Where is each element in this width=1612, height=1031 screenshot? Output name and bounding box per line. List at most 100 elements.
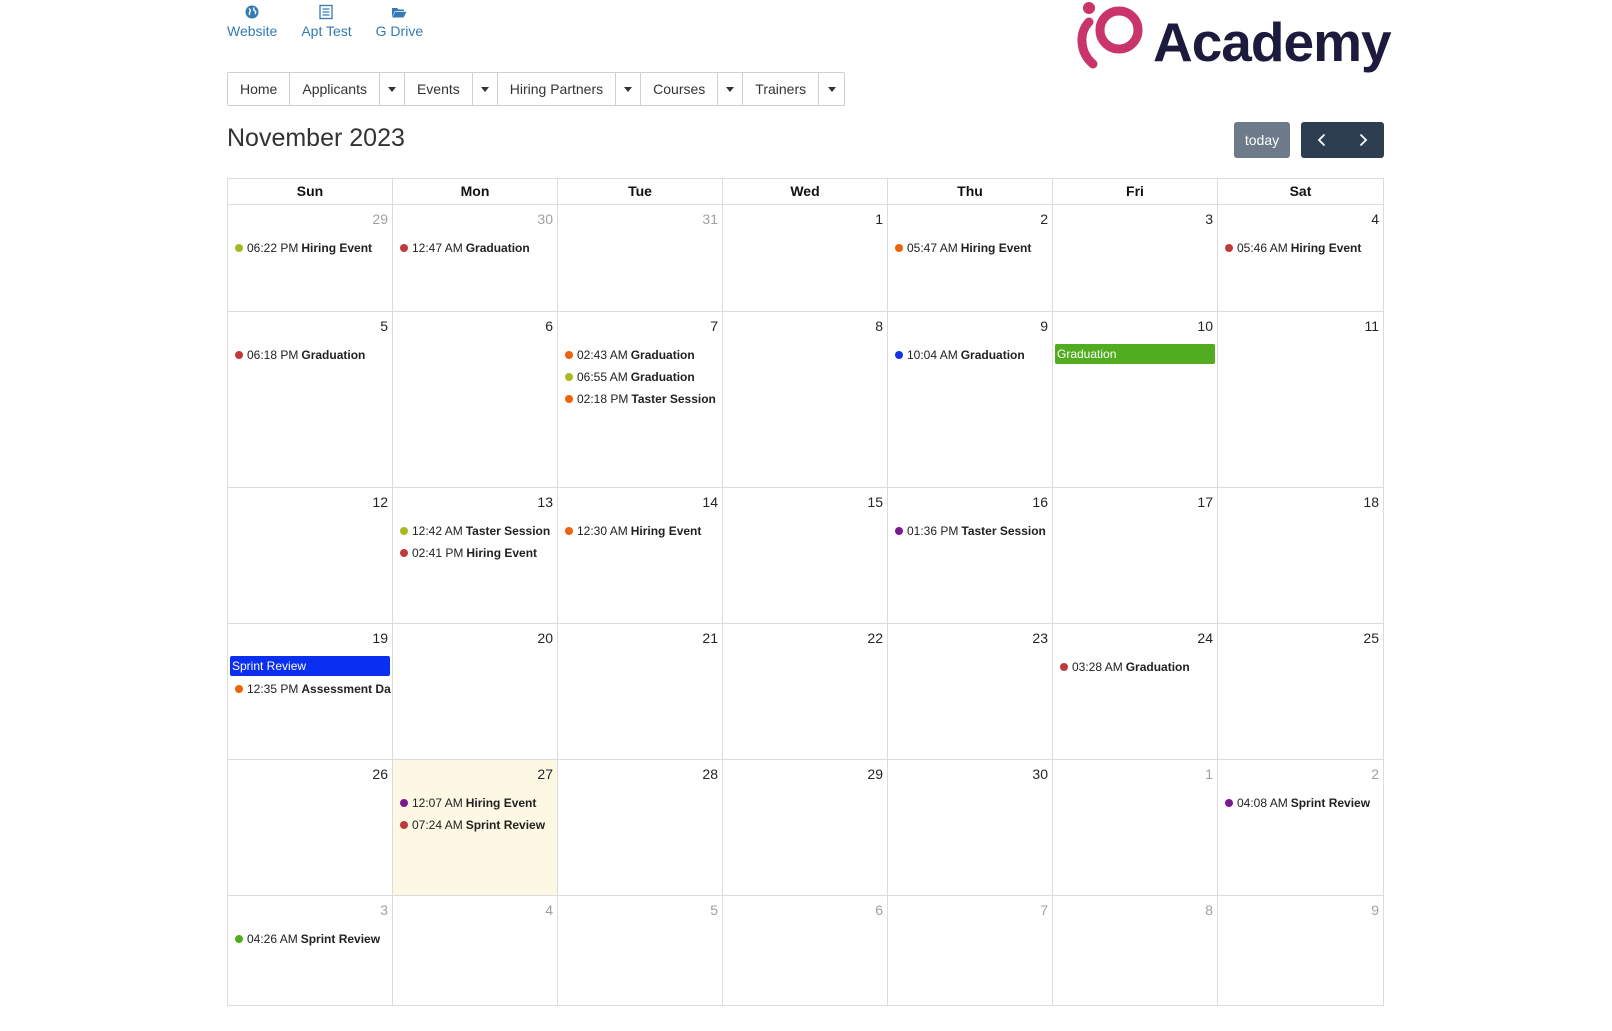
day-cell[interactable]: 31 — [558, 205, 723, 311]
day-number[interactable]: 15 — [867, 494, 883, 510]
hiring-partners-dropdown-toggle[interactable] — [616, 73, 642, 105]
day-cell[interactable]: 29 — [723, 760, 888, 895]
day-cell[interactable]: 3 04:26 AM Sprint Review — [228, 896, 393, 1005]
day-number[interactable]: 8 — [875, 318, 883, 334]
day-cell[interactable]: 25 — [1218, 624, 1383, 759]
day-cell[interactable]: 28 — [558, 760, 723, 895]
calendar-event[interactable]: 04:08 AM Sprint Review — [1220, 792, 1381, 814]
day-cell[interactable]: 23 — [888, 624, 1053, 759]
day-number[interactable]: 30 — [537, 211, 553, 227]
day-number[interactable]: 7 — [1040, 902, 1048, 918]
day-cell[interactable]: 8 — [723, 312, 888, 487]
day-number[interactable]: 27 — [537, 766, 553, 782]
day-cell[interactable]: 19 Sprint Review 12:35 PM Assessment Da — [228, 624, 393, 759]
calendar-event[interactable]: 12:42 AM Taster Session — [395, 520, 555, 542]
day-number[interactable]: 28 — [702, 766, 718, 782]
day-number[interactable]: 29 — [372, 211, 388, 227]
day-cell[interactable]: 5 06:18 PM Graduation — [228, 312, 393, 487]
day-cell[interactable]: 2 04:08 AM Sprint Review — [1218, 760, 1383, 895]
calendar-event[interactable]: 06:55 AM Graduation — [560, 366, 720, 388]
day-number[interactable]: 6 — [875, 902, 883, 918]
day-cell[interactable]: 16 01:36 PM Taster Session — [888, 488, 1053, 623]
day-number[interactable]: 4 — [1371, 211, 1379, 227]
day-cell[interactable]: 13 12:42 AM Taster Session 02:41 PM Hiring E… — [393, 488, 558, 623]
day-cell[interactable]: 6 — [723, 896, 888, 1005]
today-button[interactable]: today — [1234, 122, 1290, 158]
day-number[interactable]: 21 — [702, 630, 718, 646]
day-number[interactable]: 22 — [867, 630, 883, 646]
day-number[interactable]: 23 — [1032, 630, 1048, 646]
day-number[interactable]: 5 — [380, 318, 388, 334]
day-cell[interactable]: 8 — [1053, 896, 1218, 1005]
nav-hiring-partners[interactable]: Hiring Partners — [497, 73, 617, 105]
prev-month-button[interactable] — [1301, 122, 1342, 158]
calendar-event[interactable]: 12:07 AM Hiring Event — [395, 792, 555, 814]
day-number[interactable]: 29 — [867, 766, 883, 782]
day-number[interactable]: 2 — [1040, 211, 1048, 227]
apt-test-link[interactable]: Apt Test — [301, 4, 352, 39]
nav-events[interactable]: Events — [404, 73, 473, 105]
website-link[interactable]: Website — [227, 4, 277, 39]
calendar-event[interactable]: 03:28 AM Graduation — [1055, 656, 1215, 678]
day-number[interactable]: 24 — [1197, 630, 1213, 646]
day-cell[interactable]: 17 — [1053, 488, 1218, 623]
day-number[interactable]: 3 — [1205, 211, 1213, 227]
day-cell[interactable]: 4 05:46 AM Hiring Event — [1218, 205, 1383, 311]
day-cell[interactable]: 9 — [1218, 896, 1383, 1005]
day-number[interactable]: 6 — [545, 318, 553, 334]
calendar-event[interactable]: 05:46 AM Hiring Event — [1220, 237, 1381, 259]
day-cell[interactable]: 14 12:30 AM Hiring Event — [558, 488, 723, 623]
day-number[interactable]: 2 — [1371, 766, 1379, 782]
nav-applicants[interactable]: Applicants — [290, 73, 380, 105]
day-number[interactable]: 25 — [1363, 630, 1379, 646]
day-number[interactable]: 13 — [537, 494, 553, 510]
calendar-event[interactable]: 02:18 PM Taster Session — [560, 388, 720, 410]
day-cell[interactable]: 29 06:22 PM Hiring Event — [228, 205, 393, 311]
trainers-dropdown-toggle[interactable] — [819, 73, 844, 105]
day-cell[interactable]: 2 05:47 AM Hiring Event — [888, 205, 1053, 311]
day-number[interactable]: 26 — [372, 766, 388, 782]
day-cell[interactable]: 1 — [723, 205, 888, 311]
calendar-event[interactable]: 01:36 PM Taster Session — [890, 520, 1050, 542]
calendar-event[interactable]: 07:24 AM Sprint Review — [395, 814, 555, 836]
day-number[interactable]: 17 — [1197, 494, 1213, 510]
calendar-event[interactable]: 12:35 PM Assessment Da — [230, 678, 391, 700]
calendar-event[interactable]: 12:30 AM Hiring Event — [560, 520, 720, 542]
g-drive-link[interactable]: G Drive — [376, 4, 423, 39]
day-cell-today[interactable]: 27 12:07 AM Hiring Event 07:24 AM Sprint Rev… — [393, 760, 558, 895]
day-cell[interactable]: 7 — [888, 896, 1053, 1005]
day-cell[interactable]: 21 — [558, 624, 723, 759]
day-number[interactable]: 9 — [1040, 318, 1048, 334]
nav-trainers[interactable]: Trainers — [743, 73, 820, 105]
day-cell[interactable]: 30 — [888, 760, 1053, 895]
day-cell[interactable]: 4 — [393, 896, 558, 1005]
day-number[interactable]: 14 — [702, 494, 718, 510]
day-cell[interactable]: 11 — [1218, 312, 1383, 487]
day-cell[interactable]: 15 — [723, 488, 888, 623]
calendar-event[interactable]: 06:22 PM Hiring Event — [230, 237, 390, 259]
courses-dropdown-toggle[interactable] — [718, 73, 744, 105]
day-number[interactable]: 5 — [710, 902, 718, 918]
day-cell[interactable]: 6 — [393, 312, 558, 487]
day-cell[interactable]: 12 — [228, 488, 393, 623]
calendar-event[interactable]: 10:04 AM Graduation — [890, 344, 1050, 366]
applicants-dropdown-toggle[interactable] — [380, 73, 405, 105]
day-cell[interactable]: 26 — [228, 760, 393, 895]
day-cell[interactable]: 1 — [1053, 760, 1218, 895]
calendar-event[interactable]: 06:18 PM Graduation — [230, 344, 390, 366]
day-number[interactable]: 4 — [545, 902, 553, 918]
nav-home[interactable]: Home — [228, 73, 291, 105]
day-number[interactable]: 10 — [1197, 318, 1213, 334]
day-cell[interactable]: 3 — [1053, 205, 1218, 311]
day-number[interactable]: 19 — [372, 630, 388, 646]
day-number[interactable]: 18 — [1363, 494, 1379, 510]
day-number[interactable]: 1 — [1205, 766, 1213, 782]
calendar-event[interactable]: 02:41 PM Hiring Event — [395, 542, 555, 564]
day-number[interactable]: 16 — [1032, 494, 1048, 510]
day-number[interactable]: 9 — [1371, 902, 1379, 918]
next-month-button[interactable] — [1342, 122, 1383, 158]
day-cell[interactable]: 20 — [393, 624, 558, 759]
calendar-event[interactable]: 02:43 AM Graduation — [560, 344, 720, 366]
all-day-event[interactable]: Sprint Review — [230, 656, 390, 676]
all-day-event[interactable]: Graduation — [1055, 344, 1215, 364]
